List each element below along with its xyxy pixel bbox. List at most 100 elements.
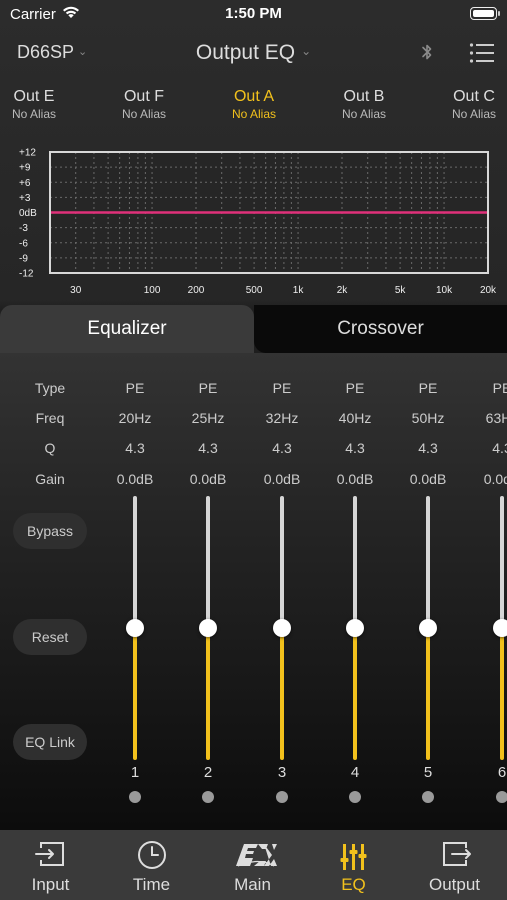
tab-bar-eq[interactable]: EQ <box>303 830 404 900</box>
band-select-dot[interactable] <box>496 791 507 803</box>
output-channel-item[interactable]: Out B No Alias <box>309 88 419 121</box>
slider-track-upper <box>426 496 430 628</box>
nav-bar: D66SP ⌄ Output EQ ⌄ <box>0 30 507 74</box>
tab-bar-label: Time <box>132 875 171 894</box>
graph-y-tick-label: -9 <box>19 253 28 264</box>
band-freq-value: 20Hz <box>118 410 152 426</box>
tab-bar-input[interactable]: Input <box>0 830 101 900</box>
band-select-dot[interactable] <box>422 791 434 803</box>
graph-y-tick-label: +12 <box>19 148 36 159</box>
band-gain-slider[interactable] <box>492 496 507 760</box>
band-gain-slider[interactable] <box>418 496 438 760</box>
band-type-value: PE <box>418 380 438 396</box>
eq-response-graph: +12 +9 +6 +3 0dB -3 -6 -9 -12 30 100 200 500 1k 2k 5k 10… <box>0 146 507 301</box>
tab-equalizer[interactable]: Equalizer <box>0 305 254 353</box>
bluetooth-icon[interactable] <box>420 42 434 67</box>
graph-y-tick-label: 0dB <box>19 208 37 219</box>
bypass-button[interactable]: Bypass <box>13 513 87 549</box>
band-gain-value: 0.0dB <box>336 471 374 487</box>
band-gain-slider[interactable] <box>345 496 365 760</box>
band-freq-value: 40Hz <box>338 410 372 426</box>
band-number: 3 <box>277 764 287 781</box>
clock-icon <box>101 836 202 870</box>
band-select-dot[interactable] <box>276 791 288 803</box>
tab-bar-label: Main <box>234 875 271 894</box>
band-select-dot[interactable] <box>129 791 141 803</box>
graph-x-tick-label: 200 <box>188 285 205 296</box>
graph-x-tick-label: 10k <box>436 285 453 296</box>
output-alias: No Alias <box>451 107 497 121</box>
graph-x-tick-label: 30 <box>70 285 82 296</box>
tab-bar-label: Output <box>428 875 481 894</box>
graph-x-tick-label: 2k <box>337 285 349 296</box>
graph-x-tick-label: 20k <box>480 285 497 296</box>
slider-track-upper <box>353 496 357 628</box>
output-name: Out A <box>233 88 275 105</box>
slider-knob[interactable] <box>493 619 507 637</box>
band-type-value: PE <box>272 380 292 396</box>
band-number: 6 <box>497 764 507 781</box>
row-label-q: Q <box>44 440 56 456</box>
output-alias: No Alias <box>121 107 167 121</box>
eq-link-button[interactable]: EQ Link <box>13 724 87 760</box>
slider-track-lower <box>500 628 504 760</box>
output-alias: No Alias <box>341 107 387 121</box>
menu-list-icon[interactable] <box>469 42 495 69</box>
output-channel-item[interactable]: Out E No Alias <box>0 88 89 121</box>
row-label-gain: Gain <box>35 471 65 487</box>
status-bar: Carrier 1:50 PM <box>0 0 507 28</box>
band-type-value: PE <box>345 380 365 396</box>
slider-track-upper <box>133 496 137 628</box>
slider-track-upper <box>500 496 504 628</box>
band-type-value: PE <box>198 380 218 396</box>
tab-bar-output[interactable]: Output <box>404 830 505 900</box>
band-gain-slider[interactable] <box>272 496 292 760</box>
band-q-value: 4.3 <box>198 440 218 456</box>
output-name: Out F <box>123 88 164 105</box>
slider-knob[interactable] <box>199 619 217 637</box>
slider-track-lower <box>280 628 284 760</box>
input-icon <box>0 836 101 870</box>
slider-knob[interactable] <box>346 619 364 637</box>
graph-y-tick-label: +6 <box>19 178 31 189</box>
output-name: Out B <box>343 88 385 105</box>
band-type-value: PE <box>492 380 507 396</box>
output-channel-selector: Out E No Alias Out F No Alias Out A No A… <box>0 88 507 134</box>
band-gain-slider[interactable] <box>125 496 145 760</box>
output-channel-item[interactable]: Out C No Alias <box>419 88 507 121</box>
band-q-value: 4.3 <box>272 440 292 456</box>
tab-bar-time[interactable]: Time <box>101 830 202 900</box>
status-time: 1:50 PM <box>225 5 282 22</box>
band-gain-slider[interactable] <box>198 496 218 760</box>
slider-track-upper <box>280 496 284 628</box>
graph-x-tick-label: 100 <box>144 285 161 296</box>
slider-knob[interactable] <box>126 619 144 637</box>
graph-y-tick-label: -12 <box>19 269 34 280</box>
graph-x-tick-label: 500 <box>246 285 263 296</box>
tab-bar-main[interactable]: Main <box>202 830 303 900</box>
slider-track-lower <box>206 628 210 760</box>
output-name: Out E <box>13 88 55 105</box>
band-gain-value: 0.0dB <box>263 471 301 487</box>
output-channel-item[interactable]: Out F No Alias <box>89 88 199 121</box>
slider-track-lower <box>353 628 357 760</box>
band-gain-value: 0.0dB <box>189 471 227 487</box>
band-select-dot[interactable] <box>202 791 214 803</box>
bottom-tab-bar: Input Time Main EQ Output <box>0 830 507 900</box>
band-select-dot[interactable] <box>349 791 361 803</box>
esx-logo-icon <box>202 836 303 870</box>
slider-knob[interactable] <box>419 619 437 637</box>
output-alias: No Alias <box>231 107 277 121</box>
tab-bar-label: Input <box>31 875 70 894</box>
output-channel-item[interactable]: Out A No Alias <box>199 88 309 121</box>
page-title: Output EQ <box>195 41 296 64</box>
band-freq-value: 25Hz <box>191 410 225 426</box>
slider-knob[interactable] <box>273 619 291 637</box>
band-freq-value: 63Hz <box>485 410 507 426</box>
band-freq-value: 32Hz <box>265 410 299 426</box>
reset-button[interactable]: Reset <box>13 619 87 655</box>
band-q-value: 4.3 <box>418 440 438 456</box>
band-q-value: 4.3 <box>492 440 507 456</box>
tab-crossover[interactable]: Crossover <box>254 305 507 353</box>
battery-icon <box>470 7 500 20</box>
